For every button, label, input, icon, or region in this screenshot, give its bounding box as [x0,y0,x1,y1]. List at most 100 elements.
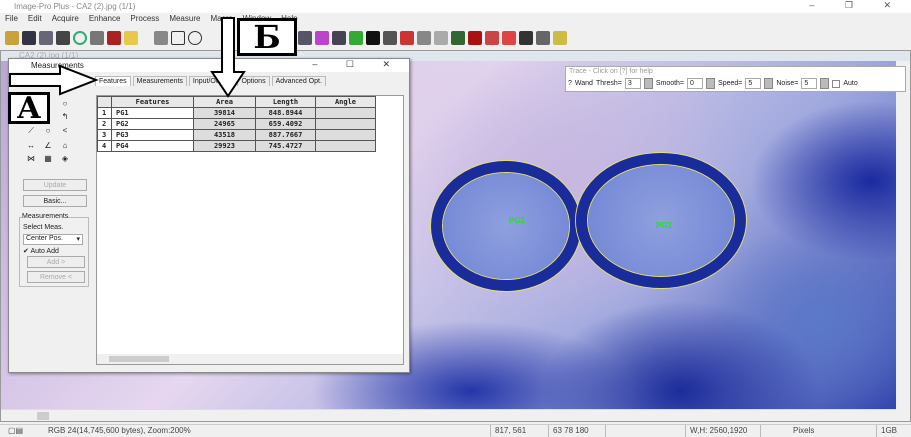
print-icon[interactable] [90,31,104,45]
table-cell[interactable]: 3 [97,129,112,141]
camera-icon[interactable] [56,31,70,45]
menu-process[interactable]: Process [130,13,159,25]
angle-tool-icon[interactable]: ∠ [40,141,56,154]
smooth-spinner[interactable] [706,78,716,89]
table-cell[interactable] [315,129,376,141]
col-header-angle[interactable]: Angle [315,96,376,108]
table-cell[interactable]: 659.4092 [255,118,316,130]
noise-spinner[interactable] [820,78,830,89]
table-row[interactable]: 3 PG3 43518 887.7667 [97,129,376,141]
table-cell[interactable] [315,118,376,130]
table-cell[interactable]: 2 [97,118,112,130]
histogram-icon[interactable] [315,31,329,45]
dialog-controls[interactable]: – ☐ ✕ [312,59,403,70]
thresh-spinner[interactable] [643,78,653,89]
delete-icon[interactable]: ✕ [57,85,73,98]
menu-acquire[interactable]: Acquire [52,13,79,25]
tab-advanced[interactable]: Advanced Opt. [271,76,326,86]
auto-add-checkbox[interactable]: ✔ Auto Add [23,247,59,255]
table-cell[interactable]: PG4 [111,140,194,152]
macro-icon[interactable] [553,31,567,45]
angle-tool-icon[interactable]: ↰ [57,112,73,125]
open-icon[interactable] [5,31,19,45]
chart-icon[interactable] [502,31,516,45]
add-button[interactable]: Add > [27,256,85,268]
table-row[interactable]: 2 PG2 24965 659.4092 [97,118,376,130]
table-cell[interactable]: 39814 [193,107,256,119]
tiles-icon[interactable] [366,31,380,45]
math-icon[interactable] [400,31,414,45]
table-cell[interactable]: PG1 [111,107,194,119]
table-cell[interactable]: PG2 [111,118,194,130]
basic-button[interactable]: Basic... [23,195,87,207]
shape-tool-icon[interactable]: ⌂ [57,141,73,154]
tool-icon[interactable]: ⋈ [23,154,39,167]
table-cell[interactable]: 1 [97,107,112,119]
table-cell[interactable]: 887.7667 [255,129,316,141]
rect-icon[interactable] [171,31,185,45]
table-cell[interactable]: 24965 [193,118,256,130]
chart-icon[interactable] [485,31,499,45]
table-row[interactable]: 4 PG4 29923 745.4727 [97,140,376,152]
undo-icon[interactable] [141,31,151,45]
menu-enhance[interactable]: Enhance [89,13,121,25]
adjust-icon[interactable] [332,31,346,45]
count-icon[interactable] [383,31,397,45]
line-tool-icon[interactable]: ⟋ [23,126,39,140]
menu-edit[interactable]: Edit [28,13,42,25]
angle-tool-icon[interactable]: < [57,126,73,140]
tab-input-output[interactable]: Input/Output [188,76,236,86]
table-cell[interactable]: 4 [97,140,112,152]
tab-options[interactable]: Options [237,76,270,86]
speed-spinner[interactable] [764,78,774,89]
levels-icon[interactable] [298,31,312,45]
report-icon[interactable] [536,31,550,45]
menu-measure[interactable]: Measure [169,13,200,25]
help-button[interactable]: ? [568,80,572,87]
wand-button[interactable]: Wand [575,80,593,87]
measure-tool-icon[interactable]: ↔ [23,141,39,154]
table-cell[interactable]: 745.4727 [255,140,316,152]
col-header-length[interactable]: Length [255,96,316,108]
color-icon[interactable] [468,31,482,45]
table-cell[interactable]: 848.8944 [255,107,316,119]
ellipse-icon[interactable] [188,31,202,45]
horizontal-scrollbar[interactable] [1,409,896,421]
menu-file[interactable]: File [5,13,18,25]
select-meas-dropdown[interactable]: Center Pos. ▾ [23,234,83,245]
circle-tool-icon[interactable]: ○ [57,99,73,112]
table-cell[interactable]: PG3 [111,129,194,141]
save-icon[interactable] [22,31,36,45]
col-header-area[interactable]: Area [193,96,256,108]
tab-measurements[interactable]: Measurements [132,76,187,86]
speed-input[interactable]: 5 [745,78,762,89]
noise-input[interactable]: 5 [801,78,818,89]
tool-icon[interactable] [417,31,431,45]
scroll-thumb[interactable] [37,412,49,420]
auto-checkbox[interactable] [832,79,841,88]
update-button[interactable]: Update [23,179,87,191]
smooth-input[interactable]: 0 [687,78,704,89]
tool-icon[interactable]: ▦ [40,154,56,167]
circle-tool-icon[interactable]: ○ [40,126,56,140]
tool-icon[interactable] [519,31,533,45]
table-cell[interactable] [315,107,376,119]
grid-scrollbar[interactable] [97,354,403,364]
tool-icon[interactable] [434,31,448,45]
refresh-icon[interactable] [73,31,87,45]
table-cell[interactable]: 43518 [193,129,256,141]
menu-macro[interactable]: Macro [210,13,232,25]
vertical-scrollbar[interactable] [896,61,910,409]
new-icon[interactable] [154,31,168,45]
col-header-features[interactable]: Features [111,96,194,108]
tab-features[interactable]: Features [95,76,131,86]
window-controls[interactable]: – ❐ ✕ [809,0,905,11]
thresh-input[interactable]: 3 [624,78,641,89]
mail-icon[interactable] [124,31,138,45]
scroll-thumb[interactable] [109,356,169,362]
remove-button[interactable]: Remove < [27,271,85,283]
filter-icon[interactable] [349,31,363,45]
tool-icon[interactable] [451,31,465,45]
table-cell[interactable] [315,140,376,152]
tool-icon[interactable]: ◈ [57,154,73,167]
